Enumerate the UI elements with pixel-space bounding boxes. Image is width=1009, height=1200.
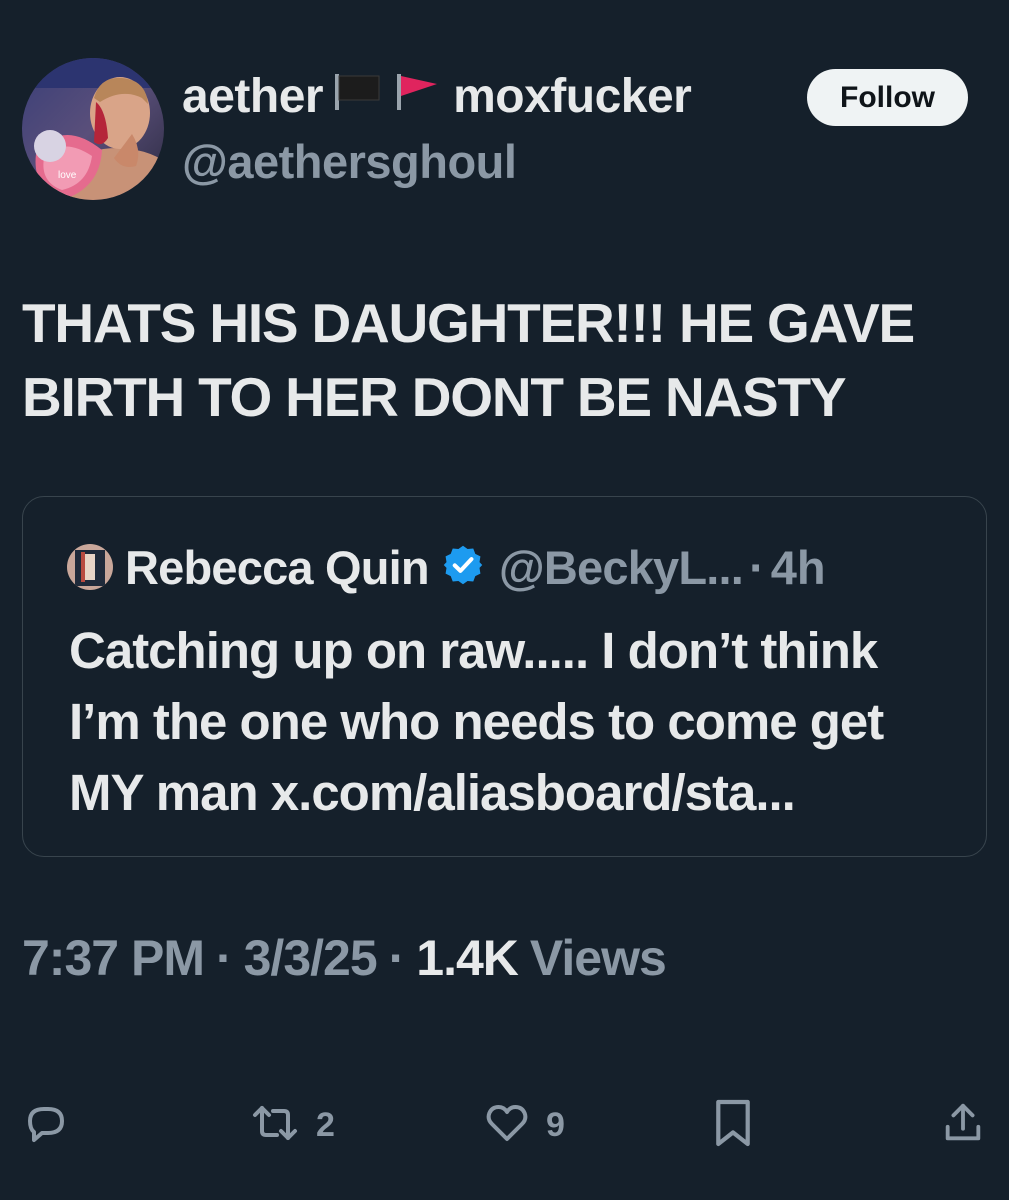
follow-button[interactable]: Follow — [807, 69, 968, 126]
share-button[interactable] — [940, 1090, 986, 1160]
author-display-name[interactable]: aether moxfucker — [182, 66, 692, 126]
tweet-text: THATS HIS DAUGHTER!!! HE GAVE BIRTH TO H… — [22, 292, 915, 428]
quoted-timestamp: 4h — [770, 540, 826, 594]
quoted-author-avatar[interactable] — [67, 544, 113, 590]
quoted-author-name: Rebecca Quin — [125, 540, 430, 594]
tweet-meta: 7:37 PM · 3/3/25 · 1.4K Views — [22, 928, 667, 988]
author-handle[interactable]: @aethersghoul — [182, 134, 517, 189]
views-label: Views — [529, 930, 667, 986]
cropped-top-icon — [826, 0, 886, 4]
quoted-tweet-header: Rebecca Quin @BeckyL... · 4h — [67, 537, 967, 597]
display-name-part1: aether — [182, 69, 324, 123]
quoted-tweet-text: Catching up on raw..... I don’t think I’… — [69, 622, 884, 821]
quoted-author-handle: @BeckyL... — [498, 540, 744, 594]
retweet-count: 2 — [316, 1105, 335, 1144]
like-button[interactable]: 9 — [482, 1090, 565, 1160]
retweet-icon — [248, 1099, 302, 1152]
author-avatar[interactable]: love — [22, 58, 164, 200]
meta-separator: · — [388, 930, 406, 986]
tweet-time[interactable]: 7:37 PM — [22, 929, 205, 987]
views-count: 1.4K — [416, 930, 519, 986]
bookmark-button[interactable] — [712, 1090, 754, 1160]
verified-badge-icon — [441, 543, 485, 592]
reply-icon — [22, 1099, 70, 1152]
heart-icon — [482, 1099, 532, 1152]
tweet-detail-page: love aether moxfucker @aethersghoul Foll… — [0, 0, 1009, 1200]
retweet-button[interactable]: 2 — [248, 1090, 335, 1160]
quoted-separator: · — [749, 540, 765, 594]
tweet-date[interactable]: 3/3/25 — [244, 929, 378, 987]
red-flag-icon — [393, 69, 443, 124]
display-name-part2: moxfucker — [453, 69, 692, 123]
tweet-action-bar: 2 9 — [0, 1090, 1009, 1160]
quoted-tweet-card[interactable]: Rebecca Quin @BeckyL... · 4h Catching up… — [22, 496, 987, 857]
svg-text:love: love — [58, 170, 77, 181]
meta-separator: · — [215, 930, 233, 986]
black-flag-icon — [333, 69, 383, 124]
like-count: 9 — [546, 1105, 565, 1144]
share-icon — [940, 1099, 986, 1152]
reply-button[interactable] — [22, 1090, 70, 1160]
bookmark-icon — [712, 1097, 754, 1154]
